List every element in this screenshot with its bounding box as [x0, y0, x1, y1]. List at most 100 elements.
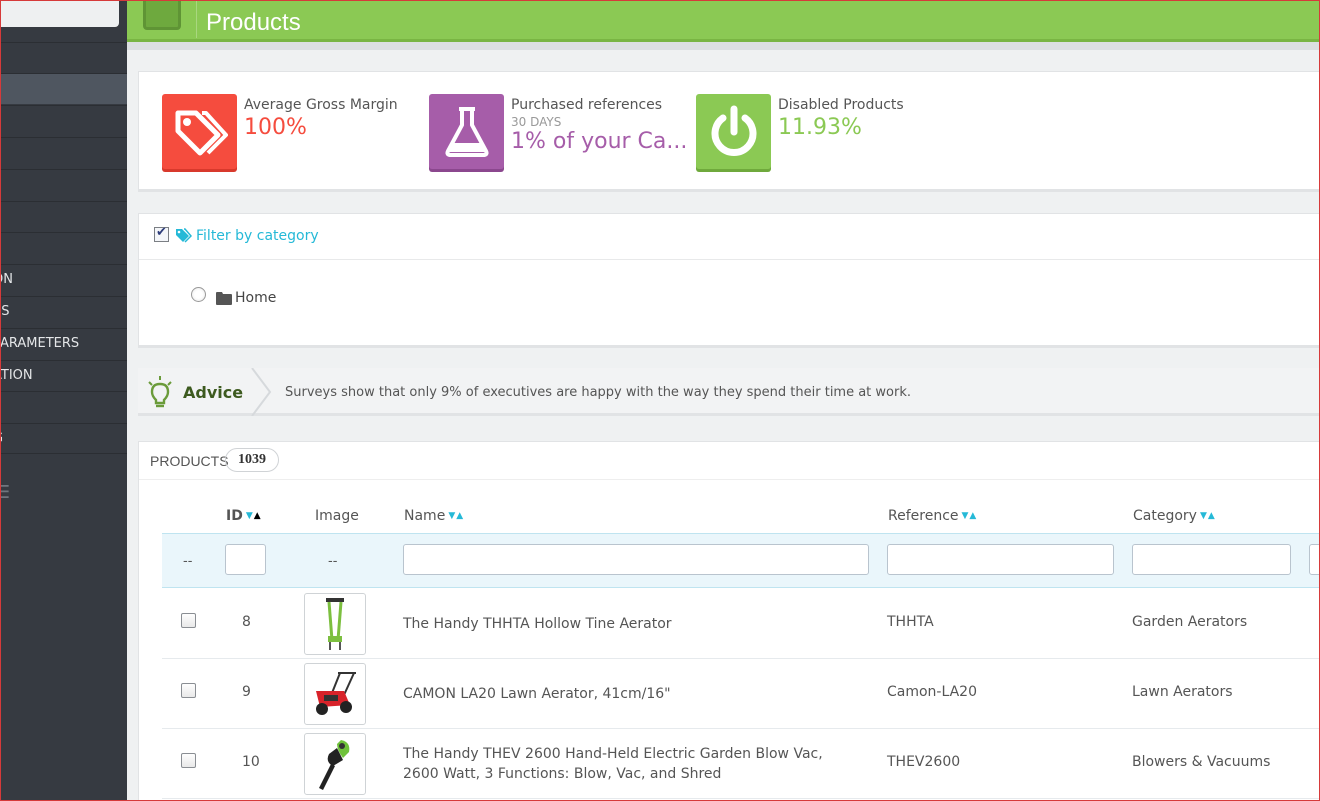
- sidebar-item-label: ES: [0, 304, 10, 319]
- sidebar-item-label: G: [0, 431, 3, 446]
- row-select-checkbox[interactable]: [181, 683, 196, 698]
- advice-text: Surveys show that only 9% of executives …: [285, 385, 912, 400]
- advice-title: Advice: [183, 383, 244, 402]
- folder-icon: [216, 292, 232, 309]
- header-underline: [127, 42, 1320, 50]
- table-row[interactable]: 10 The Handy THEV 2600 Hand-Held Electri…: [162, 729, 1320, 799]
- book-icon: [143, 0, 181, 30]
- sidebar-search-input[interactable]: [0, 0, 119, 27]
- column-label: ID: [226, 508, 243, 524]
- sidebar: ON ES PARAMETERS ATION G ☰: [0, 0, 127, 801]
- advice-divider-arrow: [250, 367, 274, 420]
- bulk-filter-placeholder: --: [183, 554, 193, 569]
- power-icon: [696, 94, 771, 169]
- row-select-checkbox[interactable]: [181, 613, 196, 628]
- table-row[interactable]: 9 CAMON LA20 Lawn Aerator, 41cm/16" Camo…: [162, 659, 1320, 729]
- products-title: PRODUCTS: [150, 453, 229, 469]
- column-header-reference[interactable]: Reference ▼▲: [888, 508, 977, 524]
- column-header-category[interactable]: Category ▼▲: [1133, 508, 1216, 524]
- sort-arrows-icon[interactable]: ▼▲: [448, 511, 464, 521]
- product-reference: THEV2600: [887, 754, 961, 770]
- page-title: Products: [206, 9, 301, 36]
- column-label: Name: [404, 508, 446, 524]
- sidebar-item-8[interactable]: ON: [0, 264, 127, 295]
- products-count-badge: 1039: [225, 448, 279, 472]
- column-header-name[interactable]: Name ▼▲: [404, 508, 464, 524]
- id-filter-input[interactable]: [225, 544, 266, 575]
- image-filter-placeholder: --: [328, 554, 338, 569]
- kpi-period: 30 DAYS: [511, 115, 562, 129]
- kpi-value: 1% of your Ca...: [511, 129, 688, 154]
- kpi-value: 11.93%: [778, 115, 862, 140]
- table-row[interactable]: 8 The Handy THHTA Hollow Tine Aerator TH…: [162, 589, 1320, 659]
- products-panel: PRODUCTS 1039 ID ▼▲ Image Name ▼▲ Referenc…: [138, 441, 1320, 801]
- blower-icon: [319, 740, 350, 790]
- sort-arrows-icon[interactable]: ▼▲: [962, 511, 978, 521]
- sidebar-item-7[interactable]: [0, 232, 127, 263]
- column-header-id[interactable]: ID ▼▲: [226, 508, 262, 524]
- sidebar-item-4[interactable]: [0, 137, 127, 168]
- filter-by-category-label[interactable]: Filter by category: [196, 228, 319, 244]
- next-column-filter-input[interactable]: [1309, 544, 1320, 575]
- sidebar-item-13[interactable]: G: [0, 423, 127, 454]
- sidebar-item-5[interactable]: [0, 169, 127, 200]
- filter-by-category-checkbox[interactable]: [154, 225, 169, 242]
- sidebar-item-catalog[interactable]: [0, 73, 127, 104]
- kpi-label: Disabled Products: [778, 97, 904, 113]
- tags-icon: [162, 94, 237, 169]
- row-id: 8: [242, 614, 251, 630]
- aerator-icon: [326, 598, 344, 650]
- lawn-aerator-icon: [316, 672, 356, 715]
- category-filter-header: Filter by category: [139, 214, 1320, 260]
- sidebar-item-label: PARAMETERS: [0, 336, 80, 351]
- sidebar-item-3[interactable]: [0, 105, 127, 136]
- category-home-label[interactable]: Home: [235, 290, 276, 306]
- category-filter-input[interactable]: [1132, 544, 1291, 575]
- sidebar-item-label: ATION: [0, 368, 33, 383]
- product-reference: THHTA: [887, 614, 934, 630]
- product-reference: Camon-LA20: [887, 684, 977, 700]
- sidebar-item-11[interactable]: ATION: [0, 360, 127, 391]
- sidebar-item-10[interactable]: PARAMETERS: [0, 328, 127, 359]
- column-label: Image: [315, 508, 359, 524]
- column-label: Category: [1133, 508, 1197, 524]
- sidebar-item-label: ON: [0, 272, 13, 287]
- lightbulb-icon: [147, 376, 173, 414]
- reference-filter-input[interactable]: [887, 544, 1114, 575]
- row-id: 10: [242, 754, 260, 770]
- kpi-label: Purchased references: [511, 97, 663, 113]
- kpi-label: Average Gross Margin: [244, 97, 398, 113]
- column-header-image: Image: [315, 508, 359, 524]
- category-home-radio[interactable]: [191, 287, 206, 302]
- sidebar-item-6[interactable]: [0, 201, 127, 232]
- table-filter-row: -- --: [162, 533, 1320, 588]
- product-name[interactable]: The Handy THEV 2600 Hand-Held Electric G…: [403, 744, 843, 784]
- name-filter-input[interactable]: [403, 544, 869, 575]
- product-name[interactable]: The Handy THHTA Hollow Tine Aerator: [403, 614, 843, 634]
- sidebar-item-12[interactable]: [0, 391, 127, 422]
- category-filter-panel: Filter by category Home: [138, 213, 1320, 346]
- row-select-checkbox[interactable]: [181, 753, 196, 768]
- sort-arrows-icon[interactable]: ▼▲: [246, 511, 262, 521]
- kpi-panel: Average Gross Margin 100% Purchased refe…: [138, 71, 1320, 190]
- page-header: Products: [127, 0, 1320, 42]
- product-name[interactable]: CAMON LA20 Lawn Aerator, 41cm/16": [403, 684, 843, 704]
- sidebar-item-9[interactable]: ES: [0, 296, 127, 327]
- products-panel-header: PRODUCTS 1039: [139, 442, 1320, 480]
- column-label: Reference: [888, 508, 959, 524]
- product-category: Garden Aerators: [1132, 614, 1248, 630]
- product-thumbnail[interactable]: [304, 593, 366, 655]
- row-id: 9: [242, 684, 251, 700]
- product-thumbnail[interactable]: [304, 663, 366, 725]
- product-thumbnail[interactable]: [304, 733, 366, 795]
- product-category: Blowers & Vacuums: [1132, 754, 1271, 770]
- sort-arrows-icon[interactable]: ▼▲: [1200, 511, 1216, 521]
- sidebar-item-1[interactable]: [0, 42, 127, 73]
- advice-bar: Advice Surveys show that only 9% of exec…: [138, 367, 1320, 417]
- menu-collapse-icon[interactable]: ☰: [0, 482, 10, 503]
- kpi-value: 100%: [244, 115, 307, 140]
- header-divider: [196, 0, 197, 38]
- flask-icon: [429, 94, 504, 169]
- tags-icon: [175, 228, 193, 247]
- product-category: Lawn Aerators: [1132, 684, 1233, 700]
